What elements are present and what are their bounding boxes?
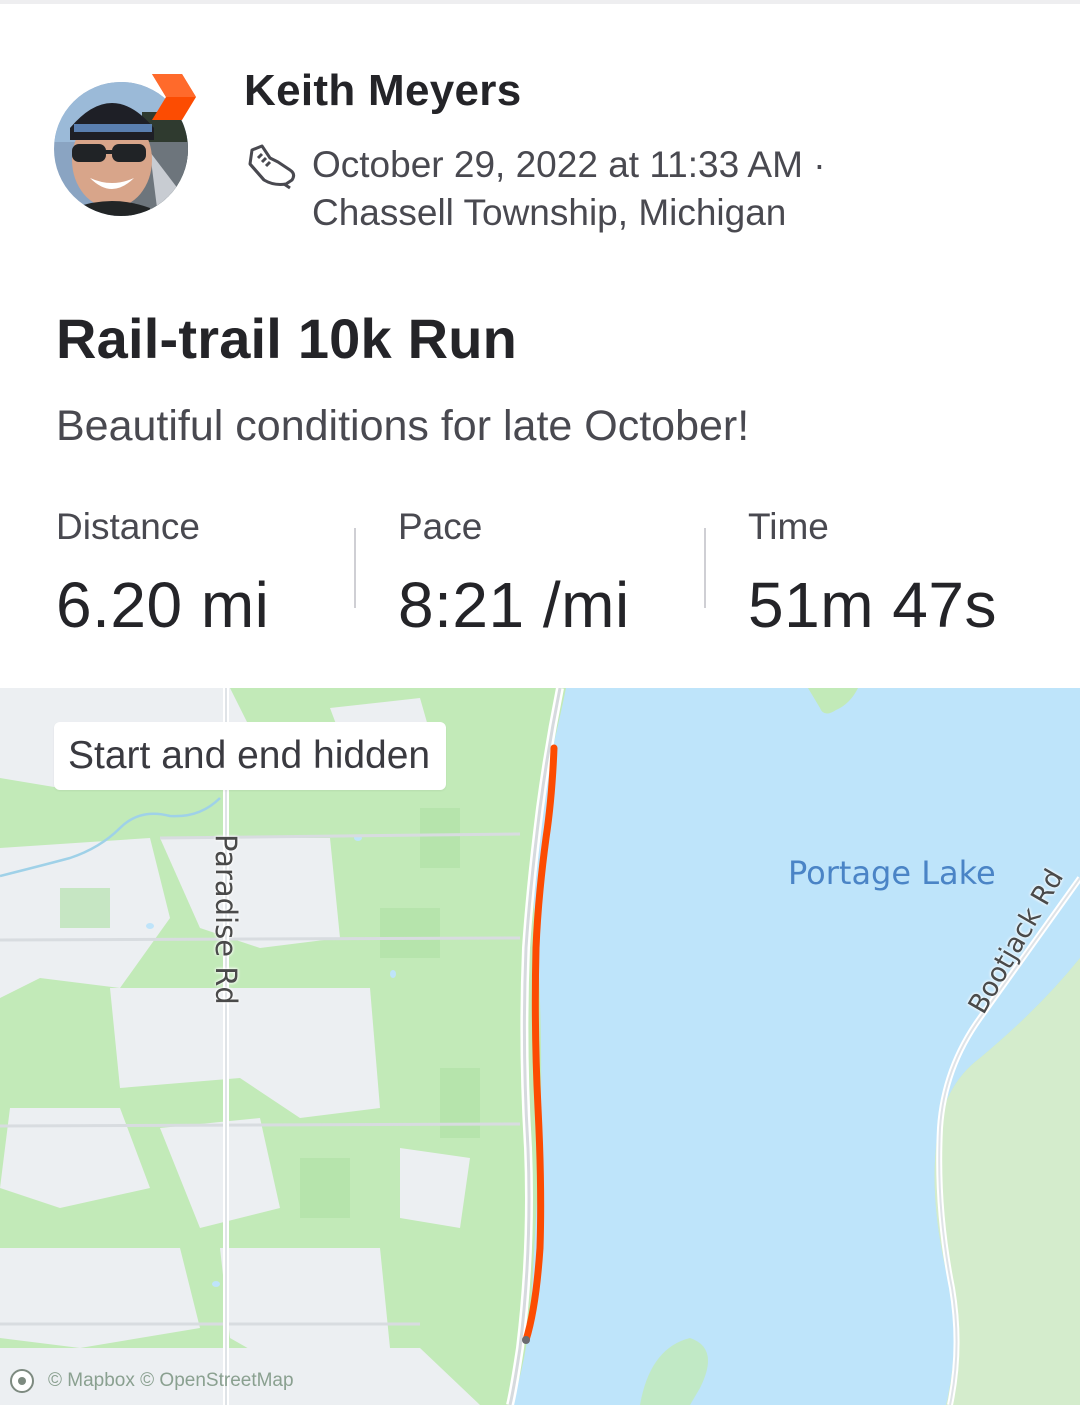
activity-header: Keith Meyers October 29, 2022 at 11:33 A… — [0, 0, 1080, 688]
athlete-name[interactable]: Keith Meyers — [244, 66, 521, 116]
stat-value: 8:21 /mi — [398, 569, 630, 641]
stat-divider — [704, 528, 706, 608]
stat-label: Time — [748, 506, 829, 547]
activity-description: Beautiful conditions for late October! — [56, 402, 750, 450]
attribution-text[interactable]: © Mapbox © OpenStreetMap — [48, 1370, 294, 1392]
running-shoe-icon — [248, 144, 296, 190]
mapbox-logo-icon[interactable] — [10, 1369, 34, 1393]
privacy-zone-label: Start and end hidden — [54, 722, 447, 790]
stat-pace: Pace 8:21 /mi — [398, 506, 630, 642]
map-canvas — [0, 688, 1080, 1405]
stat-value: 6.20 mi — [56, 569, 270, 641]
stat-value: 51m 47s — [748, 569, 997, 641]
subscriber-badge-icon — [152, 74, 196, 120]
map-label-paradise-rd: Paradise Rd — [209, 834, 243, 1005]
activity-location: Chassell Township, Michigan — [312, 192, 787, 233]
stat-divider — [354, 528, 356, 608]
stat-time: Time 51m 47s — [748, 506, 997, 642]
activity-title[interactable]: Rail-trail 10k Run — [56, 306, 517, 371]
route-map[interactable]: Start and end hidden Portage Lake Paradi… — [0, 688, 1080, 1405]
athlete-avatar-container[interactable] — [54, 72, 198, 220]
stat-distance: Distance 6.20 mi — [56, 506, 269, 642]
map-label-lake: Portage Lake — [788, 854, 996, 892]
map-attribution[interactable]: © Mapbox © OpenStreetMap — [10, 1366, 294, 1396]
activity-date: October 29, 2022 at 11:33 AM · — [312, 144, 826, 185]
stat-label: Pace — [398, 506, 483, 547]
stat-label: Distance — [56, 506, 200, 547]
